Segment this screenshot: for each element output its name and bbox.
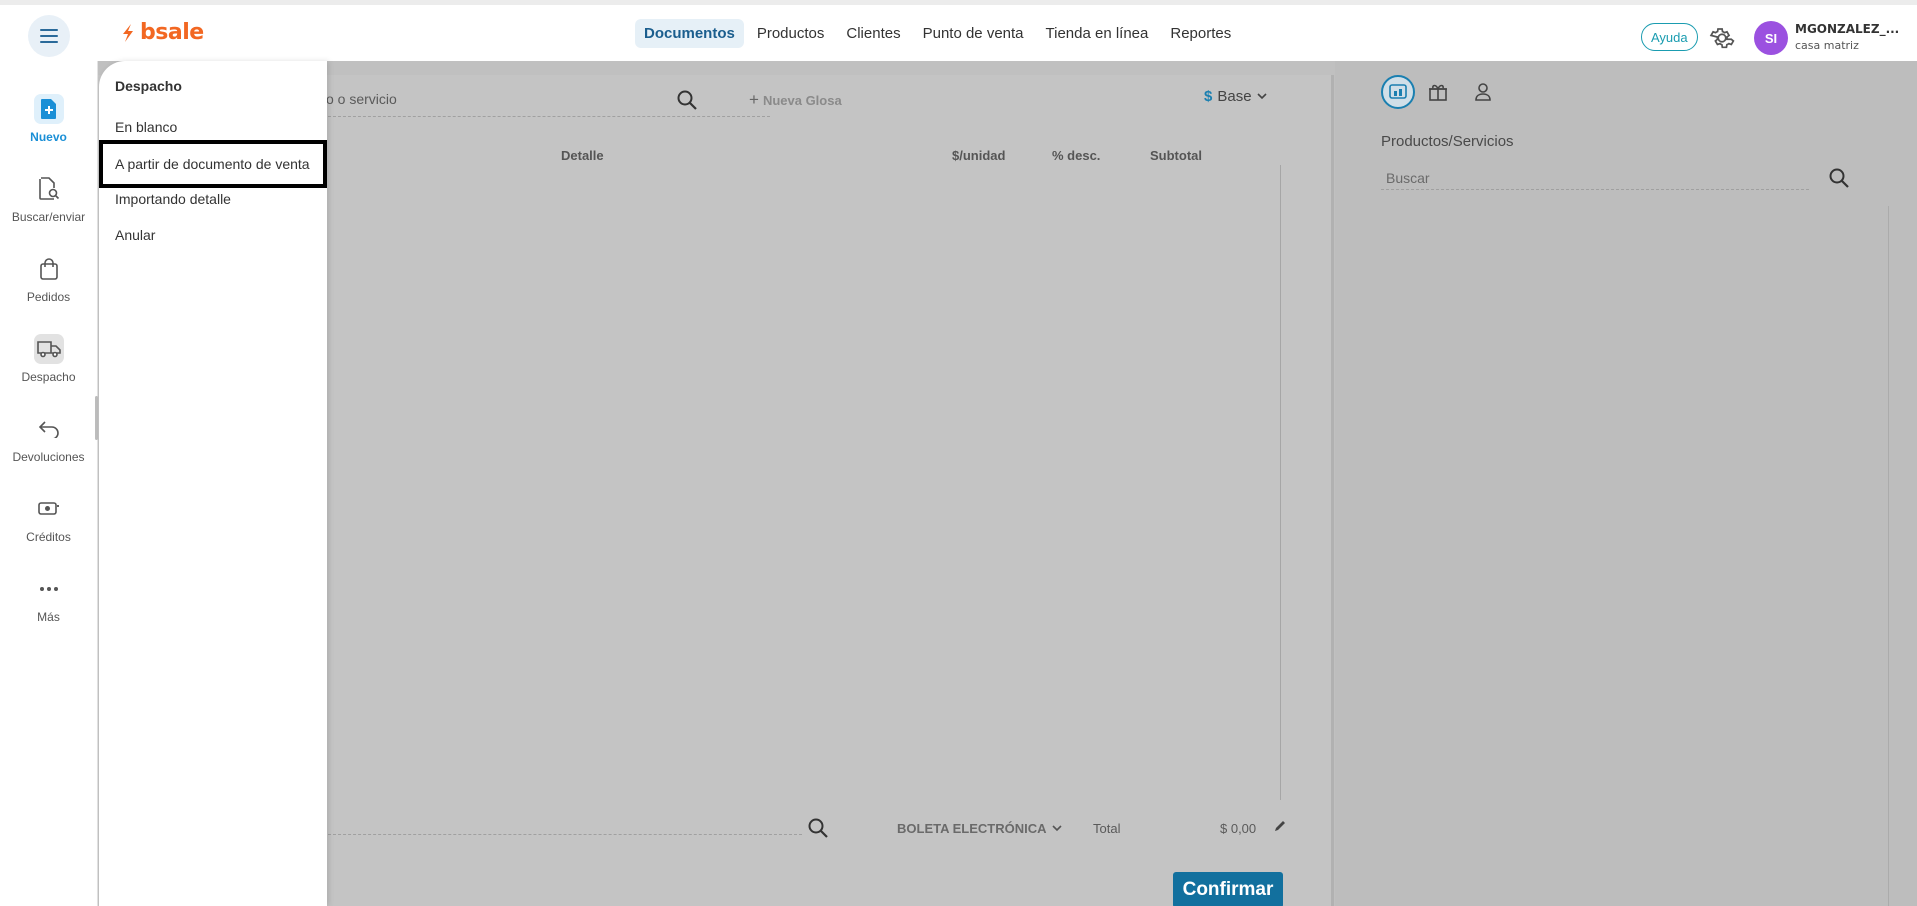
user-name[interactable]: MGONZALEZ_...	[1795, 22, 1899, 36]
logo-mark-icon	[123, 23, 133, 42]
sidebar-item-label: Más	[37, 610, 60, 624]
products-panel-title: Productos/Servicios	[1381, 133, 1514, 150]
total-label: Total	[1093, 821, 1121, 836]
truck-icon	[33, 334, 64, 364]
search-icon[interactable]	[1828, 167, 1850, 189]
gear-icon[interactable]	[1709, 25, 1735, 51]
gift-icon[interactable]	[1421, 75, 1455, 109]
sidebar-item-nuevo[interactable]: Nuevo	[0, 94, 97, 144]
logo-text: bsale	[140, 20, 204, 45]
despacho-flyout-menu: Despacho En blanco A partir de documento…	[99, 61, 327, 906]
column-descuento: % desc.	[1052, 148, 1101, 163]
products-panel: Productos/Servicios Buscar	[1335, 61, 1917, 906]
sidebar-item-label: Buscar/enviar	[11, 210, 86, 224]
sidebar-item-pedidos[interactable]: Pedidos	[0, 254, 97, 304]
new-document-icon	[33, 94, 64, 124]
detail-scrollbar[interactable]	[1280, 165, 1281, 800]
sidebar-item-creditos[interactable]: Créditos	[0, 494, 97, 544]
column-detalle: Detalle	[561, 148, 604, 163]
logo[interactable]: bsale	[120, 20, 204, 45]
nav-reportes[interactable]: Reportes	[1161, 19, 1240, 48]
main-nav: Documentos Productos Clientes Punto de v…	[635, 19, 1240, 48]
confirm-button[interactable]: Confirmar	[1173, 872, 1283, 906]
sidebar-item-despacho[interactable]: Despacho	[0, 334, 97, 384]
search-icon[interactable]	[807, 817, 829, 839]
new-glosa-label: Nueva Glosa	[762, 92, 842, 108]
avatar[interactable]: SI	[1754, 21, 1788, 55]
plus-icon: +	[749, 90, 759, 109]
catalog-icon[interactable]	[1381, 75, 1415, 109]
more-dots-icon	[34, 574, 64, 604]
return-arrow-icon	[34, 414, 64, 444]
user-branch: casa matriz	[1795, 39, 1859, 52]
nav-punto-de-venta[interactable]: Punto de venta	[914, 19, 1033, 48]
sidebar-item-label: Despacho	[21, 370, 76, 384]
search-icon[interactable]	[676, 89, 698, 111]
search-document-icon	[34, 174, 64, 204]
column-precio-unidad: $/unidad	[952, 148, 1006, 163]
sidebar-item-label: Pedidos	[26, 290, 71, 304]
document-type-select[interactable]: BOLETA ELECTRÓNICA	[897, 821, 1062, 836]
menu-icon[interactable]	[28, 15, 70, 57]
new-glosa-button[interactable]: + Nueva Glosa	[749, 90, 842, 110]
menu-item-importando-detalle[interactable]: Importando detalle	[99, 181, 327, 217]
help-button[interactable]: Ayuda	[1641, 23, 1698, 51]
chevron-down-icon	[1256, 93, 1267, 100]
products-scrollbar[interactable]	[1888, 206, 1889, 906]
document-type-label: BOLETA ELECTRÓNICA	[897, 821, 1047, 836]
product-search-input-line[interactable]	[328, 116, 770, 117]
chevron-down-icon	[1051, 825, 1062, 832]
price-list-label: Base	[1217, 88, 1252, 105]
nav-clientes[interactable]: Clientes	[837, 19, 909, 48]
nav-tienda-en-linea[interactable]: Tienda en línea	[1037, 19, 1158, 48]
client-search-input-line[interactable]	[328, 834, 802, 835]
pencil-icon[interactable]	[1273, 819, 1287, 833]
sidebar: Nuevo Buscar/enviar Pedidos Despacho Dev…	[0, 61, 98, 906]
price-list-select[interactable]: $ Base	[1204, 88, 1267, 105]
sidebar-item-mas[interactable]: Más	[0, 574, 97, 624]
products-search-placeholder: Buscar	[1386, 170, 1430, 186]
modal-overlay[interactable]: o o servicio + Nueva Glosa $ Base Detall…	[98, 61, 1917, 906]
sidebar-item-label: Créditos	[26, 530, 71, 544]
nav-productos[interactable]: Productos	[748, 19, 834, 48]
user-icon[interactable]	[1466, 75, 1500, 109]
sidebar-item-label: Nuevo	[30, 130, 67, 144]
bag-icon	[34, 254, 64, 284]
flyout-title: Despacho	[115, 78, 182, 94]
products-search-input-line[interactable]	[1381, 189, 1809, 190]
column-subtotal: Subtotal	[1150, 148, 1202, 163]
total-value: $ 0,00	[1220, 821, 1257, 836]
nav-documentos[interactable]: Documentos	[635, 19, 744, 48]
menu-item-anular[interactable]: Anular	[99, 217, 327, 253]
top-bar: bsale Documentos Productos Clientes Punt…	[0, 0, 1917, 61]
dollar-icon: $	[1204, 88, 1213, 105]
sidebar-item-buscar-enviar[interactable]: Buscar/enviar	[0, 174, 97, 224]
money-icon	[34, 494, 64, 524]
product-search-placeholder: o o servicio	[326, 91, 397, 107]
sidebar-item-label: Devoluciones	[12, 450, 85, 464]
sidebar-item-devoluciones[interactable]: Devoluciones	[0, 414, 97, 464]
